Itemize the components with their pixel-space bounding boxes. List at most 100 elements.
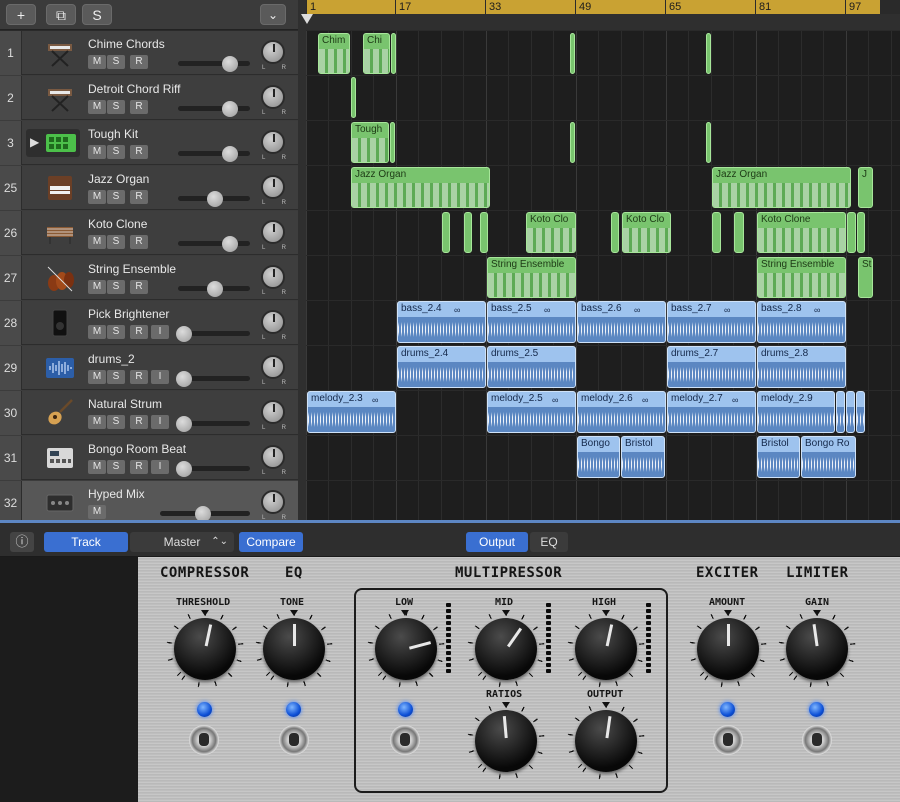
multipressor-toggle-switch[interactable] [390,725,420,755]
solo-button[interactable]: S [107,325,125,339]
mute-button[interactable]: M [88,190,106,204]
marker-lane[interactable] [306,14,900,30]
input-monitor-button[interactable]: I [151,370,169,384]
track-row[interactable]: 25 Jazz Organ M S R LR [0,166,298,210]
midi-region[interactable]: Koto Clone [757,212,846,253]
audio-region[interactable]: bass_2.5 ∞ [487,301,576,343]
input-monitor-button[interactable]: I [151,460,169,474]
volume-knob[interactable] [222,101,238,117]
record-button[interactable]: R [130,370,148,384]
pan-knob[interactable] [261,445,285,469]
midi-region[interactable]: J [858,167,873,208]
midi-region[interactable]: Chim [318,33,350,74]
track-row[interactable]: 29 drums_2 M S R I LR [0,346,298,390]
midi-region[interactable] [351,77,356,118]
pan-knob[interactable] [261,265,285,289]
midi-region[interactable] [712,212,721,253]
audio-region[interactable]: drums_2.8 [757,346,846,388]
solo-button[interactable]: S [107,145,125,159]
midi-region[interactable] [857,212,865,253]
record-button[interactable]: R [130,55,148,69]
mute-button[interactable]: M [88,460,106,474]
pan-knob[interactable] [261,310,285,334]
mute-button[interactable]: M [88,415,106,429]
track-row-selected[interactable]: 32 Hyped Mix M LR [0,481,298,520]
drummer-region[interactable] [390,122,395,163]
audio-region[interactable]: bass_2.7 ∞ [667,301,756,343]
track-row[interactable]: 27 String Ensemble M S R LR [0,256,298,300]
mute-button[interactable]: M [88,505,106,519]
tracks-area[interactable]: Chim Chi Tough Jazz Organ Jazz Organ J K… [306,31,900,520]
midi-region[interactable] [480,212,488,253]
audio-region[interactable]: melody_2.5 ∞ [487,391,576,433]
volume-knob[interactable] [176,326,192,342]
gain-knob[interactable] [786,618,848,680]
pan-knob[interactable] [261,220,285,244]
volume-knob[interactable] [195,506,211,520]
volume-slider[interactable] [178,151,250,156]
track-name[interactable]: Jazz Organ [88,172,149,186]
record-button[interactable]: R [130,460,148,474]
duplicate-track-button[interactable]: ⧉ [46,4,76,25]
track-row[interactable]: 30 Natural Strum M S R I LR [0,391,298,435]
add-track-button[interactable]: + [6,4,36,25]
midi-region[interactable] [570,33,575,74]
pan-knob[interactable] [261,130,285,154]
pan-knob[interactable] [261,40,285,64]
audio-region[interactable]: bass_2.8 ∞ [757,301,846,343]
disclosure-triangle-icon[interactable]: ▶ [30,135,39,149]
solo-button[interactable]: S [107,190,125,204]
volume-knob[interactable] [222,146,238,162]
mute-button[interactable]: M [88,235,106,249]
track-name[interactable]: Natural Strum [88,397,162,411]
exciter-toggle-switch[interactable] [713,725,743,755]
track-row[interactable]: 1 Chime Chords M S R LR [0,31,298,75]
limiter-toggle-switch[interactable] [802,725,832,755]
drummer-region[interactable] [570,122,575,163]
track-row[interactable]: 31 Bongo Room Beat M S R I LR [0,436,298,480]
input-monitor-button[interactable]: I [151,415,169,429]
solo-button[interactable]: S [107,370,125,384]
high-knob[interactable] [575,618,637,680]
compare-button[interactable]: Compare [239,532,303,552]
solo-button[interactable]: S [107,415,125,429]
record-button[interactable]: R [130,325,148,339]
info-button[interactable]: ⓘ [10,532,34,552]
output-knob[interactable] [575,710,637,772]
audio-region[interactable]: Bristol [621,436,665,478]
input-monitor-button[interactable]: I [151,325,169,339]
midi-region[interactable] [706,33,711,74]
track-row[interactable]: 26 Koto Clone M S R LR [0,211,298,255]
midi-region[interactable]: Jazz Organ [712,167,851,208]
record-button[interactable]: R [130,280,148,294]
mute-button[interactable]: M [88,370,106,384]
audio-region[interactable] [846,391,855,433]
track-name[interactable]: Chime Chords [88,37,165,51]
mute-button[interactable]: M [88,280,106,294]
midi-region[interactable]: String Ensemble [757,257,846,298]
eq-tab[interactable]: EQ [530,532,568,552]
record-button[interactable]: R [130,415,148,429]
midi-region[interactable] [847,212,856,253]
audio-region[interactable]: melody_2.9 [757,391,835,433]
ratios-knob[interactable] [475,710,537,772]
audio-region[interactable]: melody_2.7 ∞ [667,391,756,433]
mute-button[interactable]: M [88,145,106,159]
mid-knob[interactable] [475,618,537,680]
track-name[interactable]: Tough Kit [88,127,138,141]
audio-region[interactable] [836,391,845,433]
pan-knob[interactable] [261,355,285,379]
eq-toggle-switch[interactable] [279,725,309,755]
audio-region[interactable] [856,391,865,433]
volume-knob[interactable] [207,191,223,207]
volume-knob[interactable] [176,416,192,432]
volume-knob[interactable] [207,281,223,297]
track-name[interactable]: Hyped Mix [88,487,145,501]
compressor-toggle-switch[interactable] [189,725,219,755]
midi-region[interactable] [734,212,744,253]
midi-region[interactable]: String Ensemble [487,257,576,298]
record-button[interactable]: R [130,100,148,114]
volume-knob[interactable] [222,236,238,252]
audio-region[interactable]: drums_2.5 [487,346,576,388]
audio-region[interactable]: drums_2.4 [397,346,486,388]
